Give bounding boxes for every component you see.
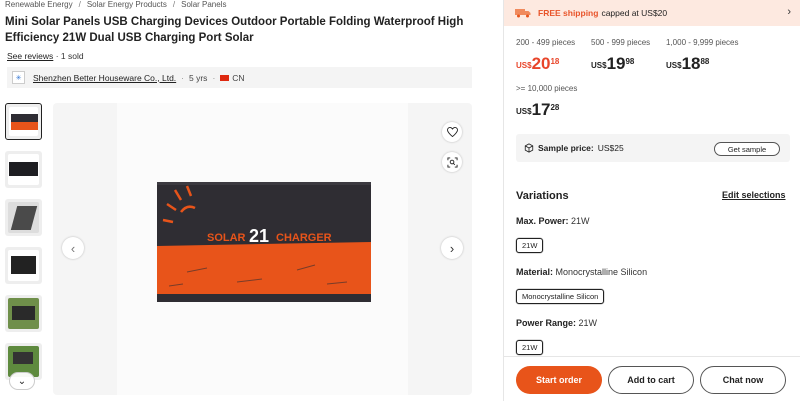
supplier-name-link[interactable]: Shenzhen Better Houseware Co., Ltd. [33, 73, 176, 83]
breadcrumb-item[interactable]: Solar Energy Products [87, 0, 167, 10]
thumbnail-scroll-down-button[interactable]: ⌄ [9, 372, 35, 390]
image-gallery: SOLAR 21 CHARGER ‹ › [53, 103, 472, 395]
chat-now-button[interactable]: Chat now [700, 366, 786, 394]
edit-selections-link[interactable]: Edit selections [722, 190, 786, 200]
price-currency: US$ [516, 61, 532, 70]
attribute-material: Material: Monocrystalline Silicon [516, 267, 647, 277]
attribute-label: Power Range: [516, 318, 577, 328]
breadcrumb: Renewable Energy / Solar Energy Products… [5, 0, 226, 10]
tier-range: >= 10,000 pieces [516, 84, 578, 93]
separator-dot: · [181, 72, 185, 83]
shipping-cap-text: capped at US$20 [601, 8, 668, 18]
supplier-bar: ✳ Shenzhen Better Houseware Co., Ltd. · … [7, 67, 472, 88]
sold-count: · 1 sold [55, 51, 84, 61]
see-reviews-link[interactable]: See reviews [7, 51, 53, 61]
variations-heading: Variations [516, 190, 569, 202]
supplier-logo-icon: ✳ [12, 71, 25, 84]
image-search-button[interactable] [442, 152, 462, 172]
previous-image-button[interactable]: ‹ [62, 237, 84, 259]
chevron-right-icon: › [787, 6, 791, 18]
chevron-left-icon: ‹ [70, 240, 76, 256]
heart-icon [446, 127, 458, 137]
tier-range: 200 - 499 pieces [516, 38, 576, 47]
breadcrumb-item[interactable]: Solar Panels [181, 0, 226, 10]
attribute-label: Material: [516, 267, 554, 277]
thumbnail-4[interactable] [5, 247, 42, 284]
price-decimal: 18 [550, 57, 560, 66]
price-decimal: 28 [550, 103, 560, 112]
price-integer: 17 [531, 100, 551, 119]
attribute-value: Monocrystalline Silicon [555, 267, 648, 277]
start-order-button[interactable]: Start order [516, 366, 602, 394]
product-image: SOLAR 21 CHARGER [157, 182, 371, 302]
option-chip-21w-range[interactable]: 21W [516, 340, 544, 355]
attribute-max-power: Max. Power: 21W [516, 216, 590, 226]
attribute-power-range: Power Range: 21W [516, 318, 597, 328]
get-sample-button[interactable]: Get sample [714, 142, 780, 156]
china-flag-icon [220, 74, 230, 81]
price-integer: 19 [606, 54, 626, 73]
tier-price: US$ 18 88 [666, 55, 709, 73]
breadcrumb-separator: / [78, 0, 81, 9]
chevron-down-icon: ⌄ [17, 375, 27, 387]
attribute-label: Max. Power: [516, 216, 569, 226]
next-image-button[interactable]: › [441, 237, 463, 259]
price-currency: US$ [666, 61, 682, 70]
supplier-years: 5 yrs [189, 72, 208, 83]
option-chip-21w[interactable]: 21W [516, 238, 544, 253]
breadcrumb-item[interactable]: Renewable Energy [5, 0, 73, 10]
package-icon [524, 143, 534, 153]
shipping-banner[interactable]: FREE shipping capped at US$20 › [504, 0, 800, 26]
tier-range: 500 - 999 pieces [591, 38, 651, 47]
separator-dot: · [212, 72, 216, 83]
thumbnail-strip [5, 103, 43, 391]
supplier-country: CN [232, 72, 245, 83]
product-title: Mini Solar Panels USB Charging Devices O… [5, 16, 464, 44]
thumbnail-5[interactable] [5, 295, 42, 332]
thumbnail-2[interactable] [5, 151, 42, 188]
action-bar: Start order Add to cart Chat now [504, 356, 800, 401]
tier-range: 1,000 - 9,999 pieces [666, 38, 739, 47]
thumbnail-1[interactable] [5, 103, 42, 140]
sample-price-row: Sample price: US$25 Get sample [516, 134, 790, 162]
thumbnail-3[interactable] [5, 199, 42, 236]
price-integer: 20 [531, 54, 551, 73]
purchase-panel: FREE shipping capped at US$20 › 200 - 49… [503, 0, 800, 401]
price-decimal: 98 [625, 57, 635, 66]
tier-price: US$ 20 18 [516, 55, 559, 73]
price-integer: 18 [681, 54, 701, 73]
price-currency: US$ [591, 61, 607, 70]
review-summary: See reviews · 1 sold [7, 51, 84, 61]
add-to-cart-button[interactable]: Add to cart [608, 366, 694, 394]
favorite-button[interactable] [442, 122, 462, 142]
breadcrumb-separator: / [172, 0, 176, 9]
sample-price-label: Sample price: [538, 143, 594, 153]
tier-price: US$ 17 28 [516, 101, 559, 119]
tier-price: US$ 19 98 [591, 55, 634, 73]
product-detail-panel: Renewable Energy / Solar Energy Products… [0, 0, 478, 401]
free-shipping-label: FREE shipping [538, 8, 599, 18]
price-decimal: 88 [700, 57, 710, 66]
delivery-truck-icon [515, 9, 531, 18]
attribute-value: 21W [571, 216, 590, 226]
product-image-text-solar: SOLAR [207, 232, 246, 244]
image-search-icon [446, 156, 458, 168]
attribute-value: 21W [578, 318, 598, 328]
chevron-right-icon: › [449, 240, 455, 256]
product-image-text-charger: CHARGER [276, 232, 332, 244]
sample-price-value: US$25 [597, 143, 624, 153]
option-chip-monocrystalline[interactable]: Monocrystalline Silicon [516, 289, 605, 304]
price-currency: US$ [516, 107, 532, 116]
product-image-text-21: 21 [249, 226, 269, 246]
